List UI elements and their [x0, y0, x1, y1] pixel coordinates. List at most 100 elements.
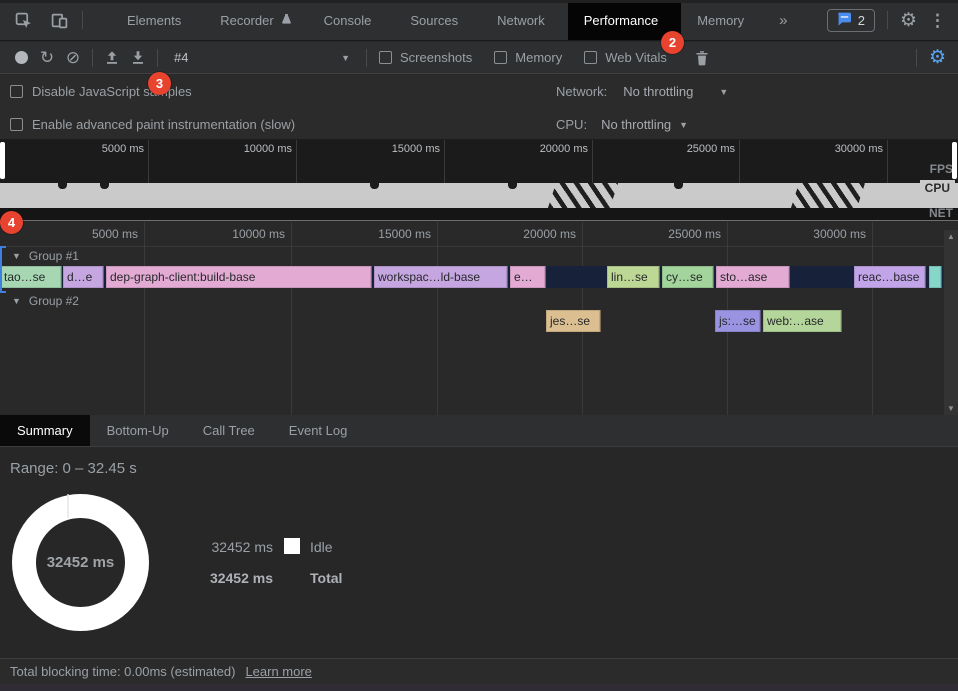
flame-bar[interactable]: reac…base	[854, 266, 926, 288]
collapse-triangle-icon[interactable]: ▼	[12, 296, 21, 306]
group-1-header[interactable]: ▼ Group #1	[12, 249, 79, 263]
status-footer: Total blocking time: 0.00ms (estimated) …	[0, 658, 958, 684]
cpu-throttling-label: CPU:	[556, 117, 587, 132]
panel-tab[interactable]: Sources	[394, 0, 481, 40]
legend-total-value: 32452 ms	[205, 570, 273, 586]
tick-label: 10000 ms	[244, 143, 292, 155]
flame-bar[interactable]: lin…se	[607, 266, 660, 288]
panel-tab-label: Performance	[584, 13, 658, 28]
chat-bubble-icon	[837, 12, 852, 29]
flame-bar-label: workspac…ld-base	[378, 270, 480, 284]
device-toolbar-icon[interactable]	[46, 7, 72, 33]
network-throttling-value[interactable]: No throttling	[623, 84, 693, 99]
checkbox-label: Screenshots	[400, 50, 472, 65]
details-tabbar: Summary Bottom-Up Call Tree Event Log	[0, 415, 958, 447]
load-profile-icon[interactable]	[99, 45, 125, 71]
cpu-throttling-value[interactable]: No throttling	[601, 117, 671, 132]
chevron-down-icon[interactable]: ▼	[719, 87, 728, 97]
flame-bar[interactable]: workspac…ld-base	[374, 266, 508, 288]
checkbox-box[interactable]	[584, 51, 597, 64]
divider	[82, 11, 83, 29]
overview-right-handle[interactable]	[952, 142, 957, 179]
issues-counter-button[interactable]: 2	[827, 9, 875, 32]
session-history-select[interactable]: #4 ▼	[164, 42, 360, 73]
issues-count: 2	[858, 13, 865, 28]
chevron-down-icon: ▼	[341, 53, 350, 63]
performance-toolbar: ↻ ⊘ #4 ▼ Screenshots Memory	[0, 42, 958, 74]
panel-tab-label: Memory	[697, 13, 744, 28]
scroll-up-icon[interactable]: ▲	[947, 232, 955, 241]
chevron-down-icon[interactable]: ▼	[679, 120, 688, 130]
record-button[interactable]	[8, 45, 34, 71]
capture-settings-gear-icon[interactable]: ⚙	[929, 48, 946, 67]
overview-left-handle[interactable]	[0, 142, 5, 179]
panel-tab[interactable]: Console	[308, 0, 395, 40]
panel-tab-label: Network	[497, 13, 545, 28]
flame-bar[interactable]: web:…ase	[763, 310, 842, 332]
flame-bar[interactable]: cy…se	[662, 266, 714, 288]
group-2-bars: jes…se js:…se web:…ase	[0, 310, 943, 332]
cpu-hatch-region	[548, 183, 618, 208]
flame-bar-label: reac…base	[858, 270, 919, 284]
details-tab[interactable]: Event Log	[272, 415, 365, 446]
settings-checkbox[interactable]: Enable advanced paint instrumentation (s…	[10, 117, 295, 132]
flame-bar-label: js:…se	[719, 314, 756, 328]
flame-bar[interactable]: dep-graph-client:build-base	[106, 266, 372, 288]
toolbar-checkbox[interactable]: Screenshots	[379, 50, 472, 65]
checkbox-box[interactable]	[10, 118, 23, 131]
flame-bar[interactable]: js:…se	[715, 310, 761, 332]
inspect-element-icon[interactable]	[10, 7, 36, 33]
tick-label: 30000 ms	[835, 143, 883, 155]
tick-label: 25000 ms	[668, 227, 721, 241]
garbage-collect-icon[interactable]	[689, 45, 715, 71]
save-profile-icon[interactable]	[125, 45, 151, 71]
flame-bar[interactable]	[929, 266, 942, 288]
toolbar-checkbox[interactable]: Memory	[494, 50, 562, 65]
flame-bar[interactable]: sto…ase	[716, 266, 790, 288]
flame-bar-label: tao…se	[4, 270, 45, 284]
checkbox-label: Enable advanced paint instrumentation (s…	[32, 117, 295, 132]
window-bottom-strip	[0, 684, 958, 691]
divider	[157, 49, 158, 67]
group-2-header[interactable]: ▼ Group #2	[12, 294, 79, 308]
checkbox-box[interactable]	[379, 51, 392, 64]
kebab-menu-icon[interactable]: ⋮	[929, 12, 946, 29]
toolbar-checkbox[interactable]: Web Vitals	[584, 50, 667, 65]
details-tab[interactable]: Call Tree	[186, 415, 272, 446]
tick-label: 5000 ms	[102, 143, 144, 155]
flame-bar[interactable]: d…e	[63, 266, 104, 288]
tabbar-right-controls: 2 ⚙ ⋮	[827, 0, 958, 40]
badge-number: 3	[156, 76, 163, 91]
panel-tab-label: Console	[324, 13, 372, 28]
panel-tab[interactable]: Recorder	[204, 0, 307, 40]
clear-button[interactable]: ⊘	[60, 45, 86, 71]
collapse-triangle-icon[interactable]: ▼	[12, 251, 21, 261]
checkbox-box[interactable]	[494, 51, 507, 64]
checkbox-box[interactable]	[10, 85, 23, 98]
devtools-window: Elements Recorder Console Sources	[0, 0, 958, 691]
flame-bar[interactable]: e…	[510, 266, 546, 288]
annotation-badge: 3	[148, 72, 171, 95]
total-blocking-time-text: Total blocking time: 0.00ms (estimated)	[10, 664, 235, 679]
learn-more-link[interactable]: Learn more	[245, 664, 311, 679]
flame-bar[interactable]: tao…se	[0, 266, 62, 288]
panel-tab[interactable]: Network	[481, 0, 568, 40]
flame-bar[interactable]: jes…se	[546, 310, 601, 332]
panel-tab[interactable]: Elements	[111, 0, 204, 40]
tick-label: 15000 ms	[378, 227, 431, 241]
checkbox-label: Web Vitals	[605, 50, 667, 65]
timeline-overview[interactable]: 5000 ms 10000 ms 15000 ms 20000 ms	[0, 140, 958, 221]
panel-tab[interactable]: Memory	[681, 0, 767, 40]
vertical-scrollbar[interactable]: ▲ ▼	[944, 230, 958, 415]
flame-chart[interactable]: 5000 ms 10000 ms 15000 ms 20000 ms	[0, 222, 958, 415]
settings-gear-icon[interactable]: ⚙	[900, 11, 917, 30]
scroll-down-icon[interactable]: ▼	[947, 404, 955, 413]
details-tab[interactable]: Bottom-Up	[90, 415, 186, 446]
reload-and-record-button[interactable]: ↻	[34, 45, 60, 71]
badge-number: 2	[669, 35, 676, 50]
summary-pane: Range: 0 – 32.45 s 32452 ms 32452 ms Idl…	[0, 448, 958, 658]
more-tabs-button[interactable]: »	[767, 0, 799, 40]
details-tab[interactable]: Summary	[0, 415, 90, 446]
net-row-background	[0, 208, 958, 221]
network-throttling-control: Network: No throttling ▼	[556, 84, 728, 99]
